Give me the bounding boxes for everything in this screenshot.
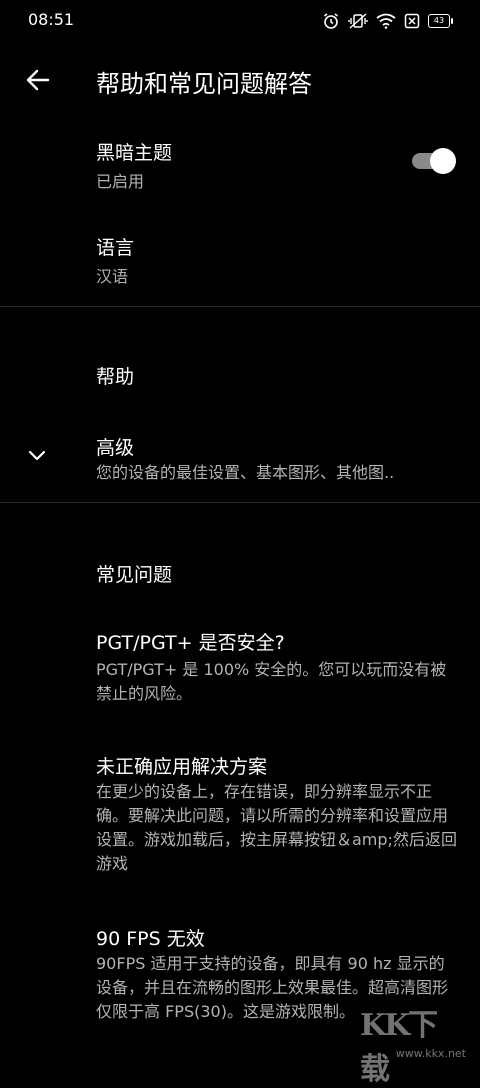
- app-bar: 帮助和常见问题解答: [0, 50, 480, 110]
- divider: [0, 306, 480, 307]
- faq-question: 90 FPS 无效: [96, 928, 205, 950]
- battery-icon: 43: [428, 14, 453, 28]
- watermark: KK下载 www.kkx.net: [360, 1000, 470, 1087]
- setting-help[interactable]: 帮助: [0, 350, 480, 400]
- divider: [0, 502, 480, 503]
- dark-theme-toggle[interactable]: [410, 148, 456, 174]
- language-title: 语言: [96, 237, 135, 259]
- arrow-left-icon[interactable]: [24, 66, 52, 94]
- status-icons: 43: [322, 10, 453, 32]
- watermark-url: www.kkx.net: [395, 1047, 466, 1060]
- faq-answer: PGT/PGT+ 是 100% 安全的。您可以玩而没有被禁止的风险。: [96, 660, 447, 703]
- wifi-icon: [376, 13, 396, 29]
- setting-dark-theme[interactable]: 黑暗主题 已启用: [0, 130, 480, 200]
- status-time: 08:51: [28, 10, 75, 29]
- setting-language[interactable]: 语言 汉语: [0, 225, 480, 295]
- advanced-summary: 您的设备的最佳设置、基本图形、其他图..: [96, 463, 395, 482]
- page-title: 帮助和常见问题解答: [96, 70, 312, 98]
- faq-answer: 在更少的设备上，存在错误，即分辨率显示不正确。要解决此问题，请以所需的分辨率和设…: [96, 782, 457, 873]
- dark-theme-status: 已启用: [96, 172, 145, 191]
- setting-advanced[interactable]: 高级 您的设备的最佳设置、基本图形、其他图..: [0, 425, 480, 495]
- toggle-thumb: [430, 148, 456, 174]
- status-bar: 08:51 43: [0, 0, 480, 44]
- vibrate-icon: [348, 13, 368, 29]
- advanced-title: 高级: [96, 437, 135, 459]
- alarm-icon: [324, 13, 338, 29]
- language-value: 汉语: [96, 267, 129, 286]
- faq-question: 未正确应用解决方案: [96, 756, 268, 778]
- chevron-down-icon[interactable]: [26, 444, 48, 466]
- watermark-logo: KK下载: [360, 1008, 438, 1087]
- faq-question: PGT/PGT+ 是否安全?: [96, 632, 285, 654]
- help-title: 帮助: [96, 366, 135, 388]
- no-sim-icon: [404, 13, 420, 29]
- dark-theme-title: 黑暗主题: [96, 142, 173, 164]
- faq-section-title: 常见问题: [96, 564, 173, 586]
